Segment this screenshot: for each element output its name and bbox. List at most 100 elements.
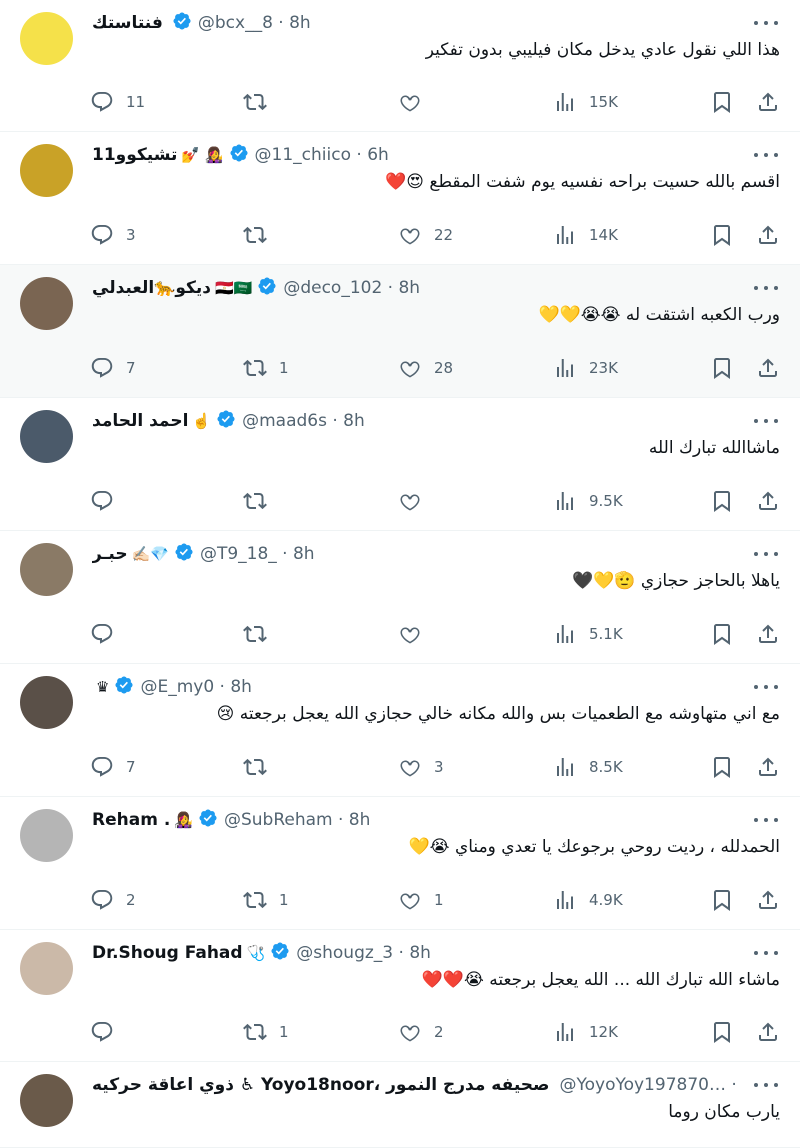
like-button[interactable]: 3 bbox=[398, 754, 444, 780]
avatar[interactable] bbox=[20, 942, 73, 995]
views-button[interactable]: 14K bbox=[553, 222, 618, 248]
views-icon bbox=[553, 1020, 577, 1044]
handle-and-time[interactable]: @YoyoYoy197870… · 6h bbox=[559, 1075, 740, 1095]
share-button[interactable] bbox=[756, 754, 780, 780]
avatar[interactable] bbox=[20, 144, 73, 197]
retweet-button[interactable]: 1 bbox=[243, 355, 289, 381]
share-button[interactable] bbox=[756, 1019, 780, 1045]
handle-and-time[interactable]: @deco_102 · 8h bbox=[283, 278, 420, 298]
bookmark-button[interactable] bbox=[710, 754, 734, 780]
reply-button[interactable]: 11 bbox=[90, 89, 145, 115]
share-button[interactable] bbox=[756, 887, 780, 913]
avatar[interactable] bbox=[20, 12, 73, 65]
bookmark-button[interactable] bbox=[710, 887, 734, 913]
retweet-button[interactable] bbox=[243, 89, 279, 115]
avatar[interactable] bbox=[20, 676, 73, 729]
handle-and-time[interactable]: @T9_18_ · 8h bbox=[200, 544, 315, 564]
reply-button[interactable]: 3 bbox=[90, 222, 136, 248]
retweet-button[interactable] bbox=[243, 222, 279, 248]
more-options-icon[interactable] bbox=[754, 14, 778, 32]
handle-and-time[interactable]: @shougz_3 · 8h bbox=[296, 943, 431, 963]
like-button[interactable]: 1 bbox=[398, 887, 444, 913]
more-options-icon[interactable] bbox=[754, 1076, 778, 1094]
avatar[interactable] bbox=[20, 1074, 73, 1127]
handle-and-time[interactable]: @bcx__8 · 8h bbox=[198, 13, 311, 33]
bookmark-button[interactable] bbox=[710, 488, 734, 514]
more-options-icon[interactable] bbox=[754, 678, 778, 696]
avatar[interactable] bbox=[20, 809, 73, 862]
tweet[interactable]: احمد الحامد ☝️ @maad6s · 8h ماشاالله تبارك … bbox=[0, 398, 800, 531]
display-name[interactable]: Reham . bbox=[92, 810, 170, 830]
retweet-button[interactable] bbox=[243, 621, 279, 647]
more-options-icon[interactable] bbox=[754, 146, 778, 164]
display-name[interactable]: ديكو🐆العبدلي bbox=[92, 278, 211, 298]
tweet[interactable]: حبـر ✍🏻💎 @T9_18_ · 8h ياهلا بالحاجز حجازي 🫡… bbox=[0, 531, 800, 664]
bookmark-button[interactable] bbox=[710, 621, 734, 647]
display-name[interactable]: ذوي اعاقة حركيه ♿ Yoyo18noor، صحيفه مدرج… bbox=[92, 1075, 549, 1095]
views-button[interactable]: 9.5K bbox=[553, 488, 623, 514]
tweet[interactable]: ذوي اعاقة حركيه ♿ Yoyo18noor، صحيفه مدرج… bbox=[0, 1062, 800, 1148]
share-icon bbox=[756, 622, 780, 646]
more-options-icon[interactable] bbox=[754, 944, 778, 962]
tweet[interactable]: Dr.Shoug Fahad 🩺 @shougz_3 · 8h ماشاء الله … bbox=[0, 930, 800, 1062]
reply-button[interactable]: 2 bbox=[90, 887, 136, 913]
reply-button[interactable]: 7 bbox=[90, 355, 136, 381]
reply-button[interactable] bbox=[90, 488, 126, 514]
tweet[interactable]: تشيكوو11 💅 👩‍🎤 @11_chiico · 6h اقسم بالله ح… bbox=[0, 132, 800, 265]
retweet-button[interactable]: 1 bbox=[243, 1019, 289, 1045]
views-button[interactable]: 23K bbox=[553, 355, 618, 381]
views-icon bbox=[553, 223, 577, 247]
share-button[interactable] bbox=[756, 621, 780, 647]
retweet-button[interactable]: 1 bbox=[243, 887, 289, 913]
handle-and-time[interactable]: @SubReham · 8h bbox=[224, 810, 370, 830]
display-name[interactable]: تشيكوو11 bbox=[92, 145, 177, 165]
avatar[interactable] bbox=[20, 410, 73, 463]
views-button[interactable]: 4.9K bbox=[553, 887, 623, 913]
share-button[interactable] bbox=[756, 89, 780, 115]
reply-button[interactable] bbox=[90, 621, 126, 647]
like-count: 2 bbox=[434, 1023, 444, 1041]
tweet-text: ياهلا بالحاجز حجازي 🫡💛🖤 bbox=[571, 571, 780, 591]
like-button[interactable]: 22 bbox=[398, 222, 453, 248]
share-button[interactable] bbox=[756, 488, 780, 514]
like-button[interactable]: 28 bbox=[398, 355, 453, 381]
views-button[interactable]: 15K bbox=[553, 89, 618, 115]
like-button[interactable] bbox=[398, 621, 434, 647]
reply-button[interactable]: 7 bbox=[90, 754, 136, 780]
bookmark-button[interactable] bbox=[710, 89, 734, 115]
views-button[interactable]: 5.1K bbox=[553, 621, 623, 647]
display-name[interactable]: حبـر bbox=[92, 544, 128, 564]
reply-button[interactable] bbox=[90, 1019, 126, 1045]
like-button[interactable] bbox=[398, 89, 434, 115]
more-options-icon[interactable] bbox=[754, 545, 778, 563]
tweet[interactable]: فنتاستك @bcx__8 · 8h هذا اللي نقول عادي يد… bbox=[0, 0, 800, 132]
more-options-icon[interactable] bbox=[754, 412, 778, 430]
retweet-icon bbox=[243, 356, 267, 380]
handle-and-time[interactable]: @maad6s · 8h bbox=[242, 411, 365, 431]
share-button[interactable] bbox=[756, 355, 780, 381]
more-options-icon[interactable] bbox=[754, 811, 778, 829]
heart-icon bbox=[398, 489, 422, 513]
avatar[interactable] bbox=[20, 543, 73, 596]
views-button[interactable]: 12K bbox=[553, 1019, 618, 1045]
more-options-icon[interactable] bbox=[754, 279, 778, 297]
bookmark-button[interactable] bbox=[710, 1019, 734, 1045]
retweet-button[interactable] bbox=[243, 754, 279, 780]
share-button[interactable] bbox=[756, 222, 780, 248]
tweet[interactable]: Reham . 👩‍🎤 @SubReham · 8h الحمدلله ، رديت … bbox=[0, 797, 800, 930]
avatar[interactable] bbox=[20, 277, 73, 330]
handle-and-time[interactable]: @11_chiico · 6h bbox=[255, 145, 389, 165]
tweet[interactable]: ديكو🐆العبدلي 🇪🇬🇸🇦 @deco_102 · 8h ورب الكعبه… bbox=[0, 265, 800, 398]
like-button[interactable] bbox=[398, 488, 434, 514]
handle-and-time[interactable]: @E_my0 · 8h bbox=[140, 677, 251, 697]
like-button[interactable]: 2 bbox=[398, 1019, 444, 1045]
bookmark-button[interactable] bbox=[710, 222, 734, 248]
retweet-button[interactable] bbox=[243, 488, 279, 514]
retweet-icon bbox=[243, 622, 267, 646]
display-name[interactable]: احمد الحامد bbox=[92, 411, 188, 431]
display-name[interactable]: فنتاستك bbox=[92, 13, 163, 33]
tweet[interactable]: ♛ @E_my0 · 8h مع اني متهاوشه مع الطعميات ب… bbox=[0, 664, 800, 797]
bookmark-button[interactable] bbox=[710, 355, 734, 381]
views-button[interactable]: 8.5K bbox=[553, 754, 623, 780]
display-name[interactable]: Dr.Shoug Fahad bbox=[92, 943, 243, 963]
